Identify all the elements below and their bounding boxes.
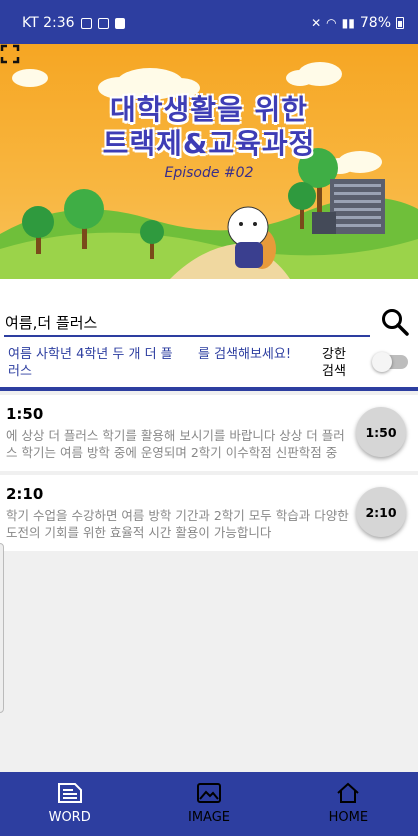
screenshot-icon: [97, 17, 109, 29]
video-banner[interactable]: 대학생활을 위한 트랙제&교육과정 Episode #02: [0, 44, 418, 279]
result-text: 학기 수업을 수강하면 여름 방학 기간과 2학기 모두 학습과 다양한 도전의…: [6, 508, 349, 540]
result-time: 2:10: [6, 485, 44, 503]
toggle-knob: [372, 352, 392, 372]
banner-title-line1: 대학생활을 위한: [109, 93, 309, 126]
battery-percent: 78%: [359, 15, 391, 31]
search-hint-query[interactable]: 여름 사학년 4학년 두 개 더 플러스: [8, 346, 178, 380]
image-icon: [196, 783, 221, 803]
result-card[interactable]: 1:50 에 상상 더 플러스 학기를 활용해 보시기를 바랍니다 상상 더 플…: [0, 395, 418, 471]
banner-illustration: [0, 62, 418, 279]
status-bar: KT 2:36 ✕ ◠ ▮▮ 78%: [0, 0, 418, 44]
search-input[interactable]: [4, 309, 370, 337]
search-panel: 여름 사학년 4학년 두 개 더 플러스 를 검색해보세요! 강한 검색: [0, 279, 418, 391]
fullscreen-icon[interactable]: [0, 44, 20, 64]
wifi-icon: ◠: [326, 16, 337, 30]
document-icon: [57, 783, 82, 803]
nav-home-label: HOME: [328, 810, 369, 825]
search-hint-suffix: 를 검색해보세요!: [198, 347, 292, 362]
home-icon: [337, 782, 359, 803]
bottom-navigation: WORD IMAGE HOME: [0, 772, 418, 836]
seek-time-button[interactable]: 1:50: [356, 407, 406, 457]
strong-search-label: 강한 검색: [322, 347, 346, 379]
nav-image[interactable]: IMAGE: [139, 772, 278, 836]
search-icon[interactable]: [380, 307, 410, 337]
result-text: 에 상상 더 플러스 학기를 활용해 보시기를 바랍니다 상상 더 플러스 학기…: [6, 428, 345, 460]
search-divider: [0, 387, 418, 391]
carrier-time: KT 2:36: [22, 15, 75, 31]
mute-icon: ✕: [311, 16, 322, 30]
screen-record-icon: [80, 17, 92, 29]
seek-time-button[interactable]: 2:10: [356, 487, 406, 537]
banner-title-line2: 트랙제&교육과정: [102, 127, 316, 160]
battery-icon: [396, 17, 404, 29]
notification-icon: [114, 17, 125, 29]
signal-icon: ▮▮: [341, 16, 355, 30]
result-time: 1:50: [6, 405, 44, 423]
side-drawer-handle[interactable]: [0, 543, 4, 713]
nav-image-label: IMAGE: [187, 810, 230, 825]
nav-word-label: WORD: [48, 810, 91, 825]
nav-home[interactable]: HOME: [279, 772, 418, 836]
strong-search-toggle[interactable]: [372, 352, 408, 372]
result-card[interactable]: 2:10 학기 수업을 수강하면 여름 방학 기간과 2학기 모두 학습과 다양…: [0, 475, 418, 551]
nav-word[interactable]: WORD: [0, 772, 139, 836]
banner-episode: Episode #02: [164, 165, 254, 181]
